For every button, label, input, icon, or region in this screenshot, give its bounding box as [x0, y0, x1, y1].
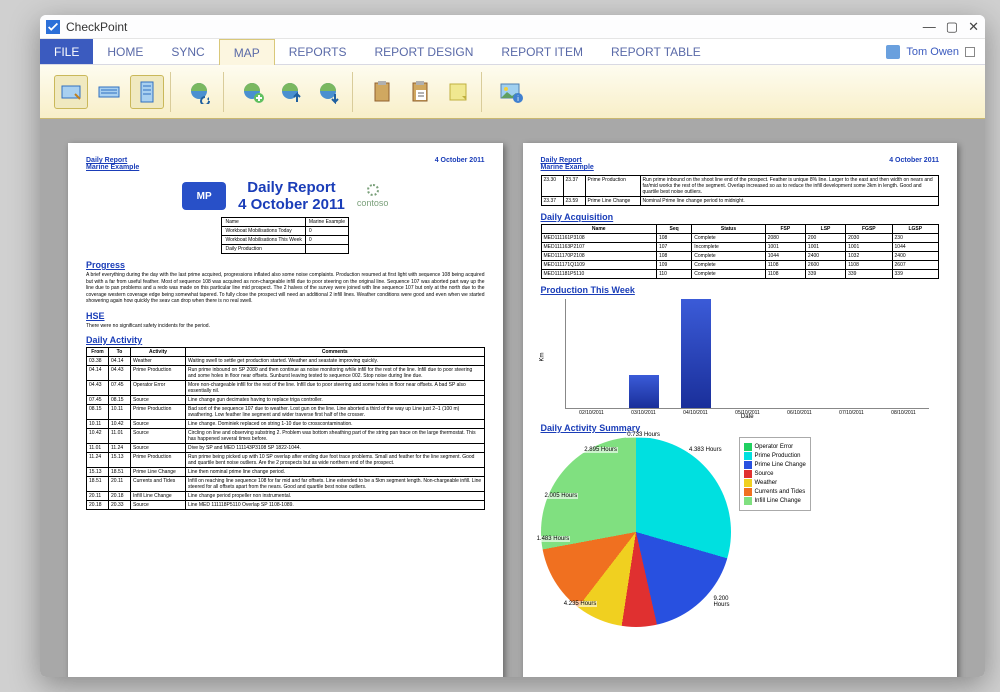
- app-title: CheckPoint: [66, 20, 127, 34]
- tab-reports[interactable]: REPORTS: [275, 39, 361, 64]
- page-hdr-date: 4 October 2011: [889, 157, 939, 171]
- tab-sync[interactable]: SYNC: [157, 39, 218, 64]
- report-page-2: Daily Report Marine Example 4 October 20…: [523, 143, 958, 677]
- report-title: Daily Report: [238, 179, 345, 196]
- clipboard-text-button[interactable]: [403, 75, 437, 109]
- tab-home[interactable]: HOME: [93, 39, 157, 64]
- activity-table-cont: 23.3023.37Prime ProductionRun prime inbo…: [541, 175, 940, 206]
- page-hdr-sub: Marine Example: [541, 164, 594, 171]
- acquisition-table: NameSeqStatusFSPLSPFGSPLGSPMED111161P310…: [541, 224, 940, 279]
- pie-legend: Operator ErrorPrime ProductionPrime Line…: [739, 437, 811, 511]
- clipboard-button[interactable]: [365, 75, 399, 109]
- page-portrait-button[interactable]: [130, 75, 164, 109]
- mp-logo: MP: [182, 182, 226, 210]
- note-button[interactable]: [441, 75, 475, 109]
- tab-file[interactable]: FILE: [40, 39, 93, 64]
- ribbon: i: [40, 65, 985, 119]
- hse-body: There were no significant safety inciden…: [86, 323, 485, 330]
- globe-refresh-button[interactable]: [183, 75, 217, 109]
- titlebar: CheckPoint — ▢ ✕: [40, 15, 985, 39]
- activity-table: FromToActivityComments03.3804.14WeatherW…: [86, 347, 485, 510]
- tab-report-design[interactable]: REPORT DESIGN: [361, 39, 488, 64]
- meta-table: NameMarine ExampleWorkboat Mobilisations…: [221, 217, 349, 254]
- minimize-button[interactable]: —: [923, 19, 936, 35]
- close-button[interactable]: ✕: [968, 19, 979, 35]
- page-landscape-button[interactable]: [92, 75, 126, 109]
- globe-down-button[interactable]: [312, 75, 346, 109]
- page-hdr-date: 4 October 2011: [435, 157, 485, 171]
- app-icon: [46, 20, 60, 34]
- section-production: Production This Week: [541, 285, 940, 295]
- globe-add-button[interactable]: [236, 75, 270, 109]
- maximize-button[interactable]: ▢: [946, 19, 958, 35]
- ribbon-tabs: FILE HOME SYNC MAP REPORTS REPORT DESIGN…: [40, 39, 985, 65]
- section-acquisition: Daily Acquisition: [541, 212, 940, 222]
- tab-report-item[interactable]: REPORT ITEM: [487, 39, 597, 64]
- production-bar-chart: Km Date 02/10/201103/10/201104/10/201105…: [565, 299, 930, 409]
- tab-report-table[interactable]: REPORT TABLE: [597, 39, 715, 64]
- picture-info-button[interactable]: i: [494, 75, 528, 109]
- report-canvas[interactable]: Daily Report Marine Example 4 October 20…: [40, 119, 985, 677]
- page-hdr-title: Daily Report: [541, 157, 582, 164]
- chart-ylabel: Km: [539, 352, 545, 361]
- contoso-logo: contoso: [357, 184, 389, 208]
- progress-body: A brief everything during the day with t…: [86, 272, 485, 305]
- user-name[interactable]: Tom Owen: [906, 46, 959, 58]
- activity-pie-chart: 4.383 Hours9.200 Hours4.235 Hours1.483 H…: [541, 437, 731, 627]
- section-summary: Daily Activity Summary: [541, 423, 940, 433]
- page-hdr-sub: Marine Example: [86, 164, 139, 171]
- section-hse: HSE: [86, 311, 485, 321]
- user-avatar-icon: [886, 45, 900, 59]
- page-hdr-title: Daily Report: [86, 157, 127, 164]
- section-progress: Progress: [86, 260, 485, 270]
- section-activity: Daily Activity: [86, 335, 485, 345]
- globe-up-button[interactable]: [274, 75, 308, 109]
- report-date: 4 October 2011: [238, 196, 345, 213]
- layout-tool-button[interactable]: [54, 75, 88, 109]
- app-window: CheckPoint — ▢ ✕ FILE HOME SYNC MAP REPO…: [40, 15, 985, 677]
- tab-map[interactable]: MAP: [219, 39, 275, 65]
- report-page-1: Daily Report Marine Example 4 October 20…: [68, 143, 503, 677]
- layout-toggle-icon[interactable]: [965, 47, 975, 57]
